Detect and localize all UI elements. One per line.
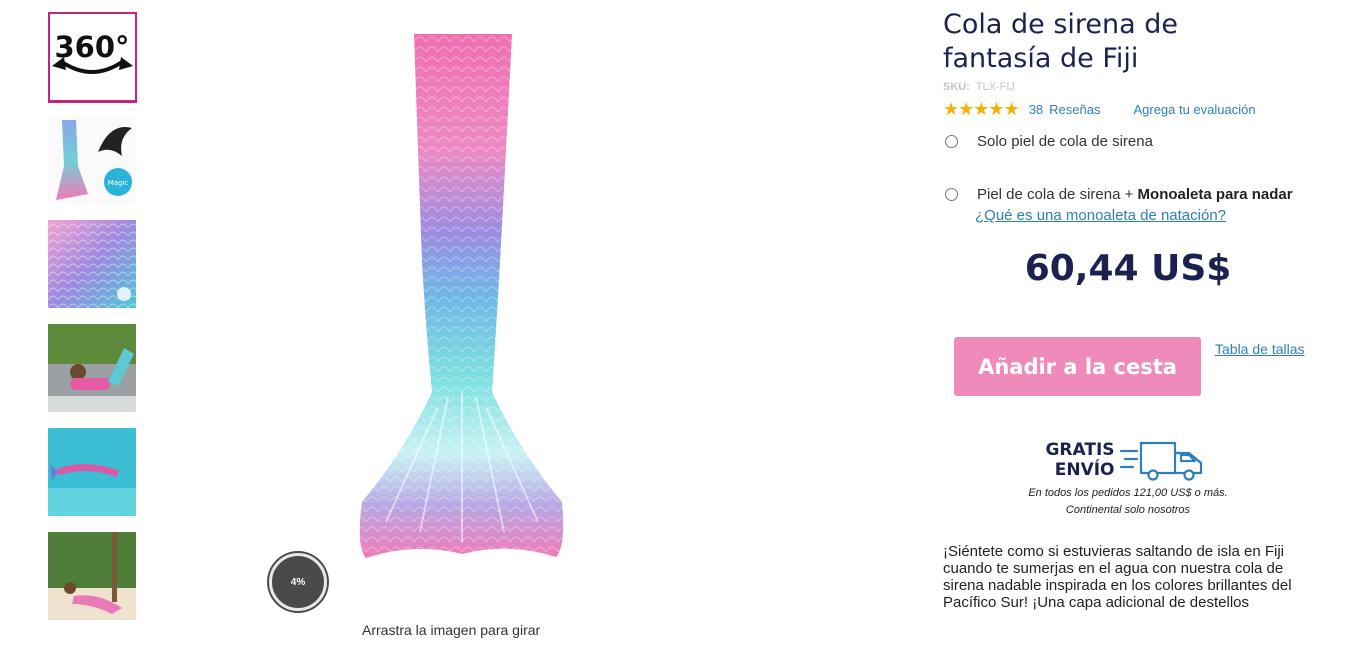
thumbnail-fin-pack[interactable]: Magic <box>48 116 136 204</box>
shipping-line-1: GRATIS <box>1045 440 1115 460</box>
thumbnail-girl-lounging[interactable] <box>48 324 136 412</box>
shipping-line-2: ENVÍO <box>1054 460 1115 480</box>
truck-icon <box>1119 441 1202 481</box>
sku: SKU: TLX-FIJ <box>943 81 1333 93</box>
product-description: ¡Siéntete como si estuvieras saltando de… <box>943 543 1292 611</box>
monofin-info-link[interactable]: ¿Qué es una monoaleta de natación? <box>975 207 1333 224</box>
option-monofin-radio[interactable] <box>945 188 958 201</box>
rotate-360-icon: 360° <box>52 30 133 74</box>
product-image-viewer[interactable]: 4% Arrastra la imagen para girar <box>255 20 675 638</box>
size-chart-link[interactable]: Tabla de tallas <box>1215 341 1305 357</box>
shipping-note-1: En todos los pedidos 121,00 US$ o más. <box>1028 487 1228 499</box>
progress-label: 4% <box>290 576 306 588</box>
sku-label: SKU: <box>943 81 970 93</box>
option-skin-only-radio[interactable] <box>945 135 958 148</box>
thumbnail-strip: 360° Magic <box>48 12 138 636</box>
rating-row: ★★★★★ 38 Reseñas Agrega tu evaluación <box>943 99 1333 119</box>
option-skin-plus-monofin[interactable]: Piel de cola de sirena + Monoaleta para … <box>943 186 1333 203</box>
drag-to-rotate-hint: Arrastra la imagen para girar <box>362 622 541 638</box>
shipping-note-2: Continental solo nosotros <box>1065 504 1191 516</box>
mermaid-tail-image[interactable] <box>330 32 600 567</box>
thumbnail-360-view[interactable]: 360° <box>48 12 137 103</box>
thumbnail-scales-closeup[interactable] <box>48 220 136 308</box>
sku-value: TLX-FIJ <box>975 81 1015 93</box>
option-skin-only-label: Solo piel de cola de sirena <box>977 133 1153 150</box>
title-line-2: fantasía de Fiji <box>943 43 1139 74</box>
reviews-link[interactable]: Reseñas <box>1049 102 1100 117</box>
add-review-link[interactable]: Agrega tu evaluación <box>1133 102 1255 117</box>
product-info: Cola de sirena de fantasía de Fiji SKU: … <box>943 8 1333 611</box>
cart-row: Añadir a la cesta Tabla de tallas <box>943 337 1333 397</box>
rotation-progress-indicator: 4% <box>269 553 327 611</box>
product-price: 60,44 US$ <box>1024 248 1232 289</box>
option-monofin-label: Piel de cola de sirena + Monoaleta para … <box>977 186 1293 203</box>
add-to-cart-button[interactable]: Añadir a la cesta <box>954 337 1201 396</box>
product-title: Cola de sirena de fantasía de Fiji <box>943 8 1333 76</box>
360-label: 360° <box>54 30 129 64</box>
thumbnail-beach-pose[interactable] <box>48 532 136 620</box>
svg-text:Magic: Magic <box>108 179 129 187</box>
thumbnail-underwater-swim[interactable] <box>48 428 136 516</box>
review-count-link[interactable]: 38 <box>1029 102 1043 117</box>
title-line-1: Cola de sirena de <box>943 9 1179 40</box>
free-shipping-banner: GRATIS ENVÍO En todos los pedidos 121,00… <box>943 439 1313 519</box>
rating-stars: ★★★★★ <box>943 98 1020 119</box>
option-skin-only[interactable]: Solo piel de cola de sirena <box>943 133 1333 150</box>
